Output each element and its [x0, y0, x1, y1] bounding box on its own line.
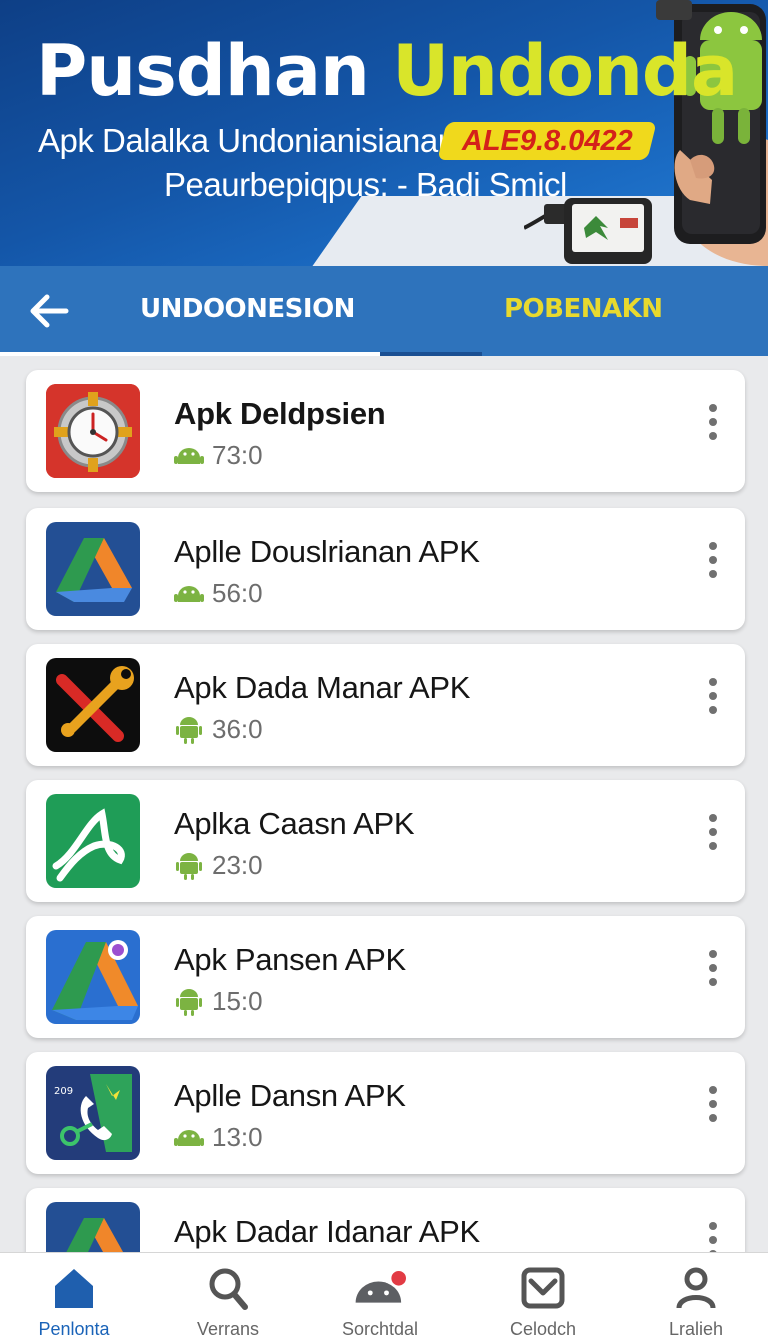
nav-label: Penlonta	[38, 1319, 110, 1339]
home-icon	[48, 1263, 100, 1313]
android-icon	[174, 987, 204, 1017]
tab-undoonesion[interactable]: UNDOONESION	[140, 294, 355, 324]
swirl-letter-icon	[46, 794, 140, 888]
app-name: Apk Dadar Idanar APK	[174, 1214, 480, 1249]
more-options-button[interactable]	[703, 950, 723, 986]
back-button[interactable]	[26, 288, 72, 334]
app-meta: 36:0	[174, 714, 263, 745]
more-options-button[interactable]	[703, 814, 723, 850]
nav-item-android[interactable]: Sorchtdal	[310, 1263, 450, 1343]
android-icon	[174, 851, 204, 881]
back-arrow-icon	[30, 294, 69, 328]
nav-label: Celodch	[509, 1319, 577, 1339]
banner-title: Pusdhan Undonda	[36, 30, 738, 112]
app-name: Apk Deldpsien	[174, 396, 386, 431]
app-meta: 13:0	[174, 1122, 263, 1153]
phone-map-icon: 209	[46, 1066, 140, 1160]
nav-item-mail[interactable]: Celodch	[473, 1263, 613, 1343]
banner-subtitle: Apk Dalalka Undonianisianar	[38, 122, 449, 159]
android-icon	[174, 441, 204, 471]
tab-pobenakn[interactable]: POBENAKN	[504, 294, 663, 324]
android-icon	[174, 579, 204, 609]
list-item[interactable]: Aplka Caasn APK 23:0	[26, 780, 745, 902]
app-screen: Pusdhan Undonda Apk Dalalka Undonianisia…	[0, 0, 768, 1344]
more-options-button[interactable]	[703, 404, 723, 440]
app-count: 36:0	[212, 714, 263, 744]
app-count: 73:0	[212, 440, 263, 470]
nav-label: Lralieh	[668, 1319, 724, 1339]
gear-clock-icon	[46, 384, 140, 478]
more-options-button[interactable]	[703, 1222, 723, 1252]
drive-triangle-icon	[46, 522, 140, 616]
list-item[interactable]: Apk Dadar Idanar APK	[26, 1188, 745, 1252]
banner-title-part1: Pusdhan	[36, 30, 370, 112]
more-options-button[interactable]	[703, 678, 723, 714]
more-options-button[interactable]	[703, 1086, 723, 1122]
more-options-button[interactable]	[703, 542, 723, 578]
list-item[interactable]: 209 Aplle Dansn APK 13:0	[26, 1052, 745, 1174]
app-count: 13:0	[212, 1122, 263, 1152]
nav-label: Verrans	[196, 1319, 260, 1339]
app-name: Apk Pansen APK	[174, 942, 406, 977]
drive-triangle-icon	[46, 1202, 140, 1252]
app-meta: 56:0	[174, 578, 263, 609]
app-count: 23:0	[212, 850, 263, 880]
bottom-navigation: Penlonta Verrans Sorchtdal Celodch Lrali	[0, 1252, 768, 1344]
nav-item-profile[interactable]: Lralieh	[626, 1263, 766, 1343]
android-robot-icon	[354, 1263, 406, 1313]
app-meta: 15:0	[174, 986, 263, 1017]
android-icon	[174, 1123, 204, 1153]
banner-title-part2: Undonda	[392, 30, 738, 112]
app-count: 15:0	[212, 986, 263, 1016]
app-name: Apk Dada Manar APK	[174, 670, 471, 705]
list-item[interactable]: Apk Dada Manar APK 36:0	[26, 644, 745, 766]
search-icon	[202, 1263, 254, 1313]
tools-icon	[46, 658, 140, 752]
nav-label: Sorchtdal	[341, 1319, 419, 1339]
promo-banner[interactable]: Pusdhan Undonda Apk Dalalka Undonianisia…	[0, 0, 768, 266]
app-list[interactable]: Apk Deldpsien 73:0 Aplle Douslrianan APK	[0, 356, 768, 1252]
profile-icon	[670, 1263, 722, 1313]
nav-item-search[interactable]: Verrans	[158, 1263, 298, 1343]
app-name: Aplka Caasn APK	[174, 806, 415, 841]
android-icon	[174, 715, 204, 745]
app-count: 56:0	[212, 578, 263, 608]
banner-tagline: Peaurbepiqpus: - Badi Smicl	[164, 166, 567, 203]
triangle-badge-icon	[46, 930, 140, 1024]
list-item[interactable]: Apk Pansen APK 15:0	[26, 916, 745, 1038]
app-meta: 73:0	[174, 440, 263, 471]
mail-icon	[517, 1263, 569, 1313]
nav-item-home[interactable]: Penlonta	[4, 1263, 144, 1343]
version-badge-text: ALE9.8.0422	[461, 124, 633, 157]
list-item[interactable]: Apk Deldpsien 73:0	[26, 370, 745, 492]
tab-bar: UNDOONESION POBENAKN	[0, 266, 768, 356]
svg-text:209: 209	[54, 1086, 73, 1097]
list-item[interactable]: Aplle Douslrianan APK 56:0	[26, 508, 745, 630]
app-name: Aplle Dansn APK	[174, 1078, 406, 1113]
app-name: Aplle Douslrianan APK	[174, 534, 480, 569]
app-meta: 23:0	[174, 850, 263, 881]
version-badge: ALE9.8.0422	[437, 122, 657, 160]
